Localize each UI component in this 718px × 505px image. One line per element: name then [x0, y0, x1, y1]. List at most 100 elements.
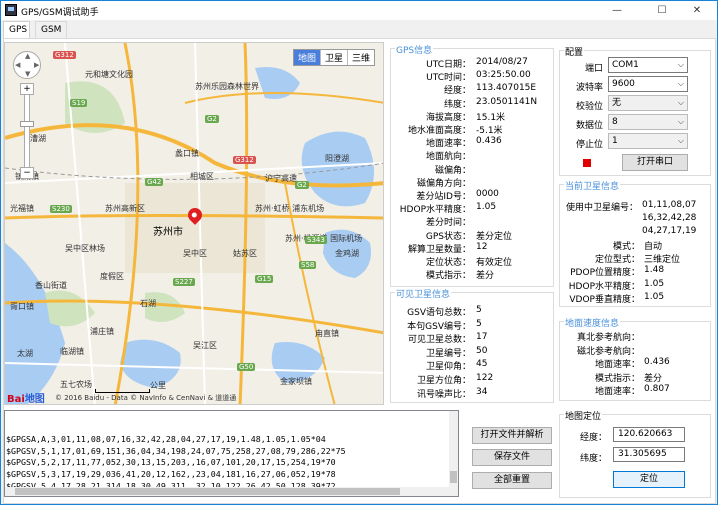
- longitude-label: 经度：: [579, 433, 607, 443]
- map-label: 元和塘文化园: [85, 70, 133, 79]
- save-file-button[interactable]: 保存文件: [472, 449, 552, 466]
- info-value: 03:25:50.00: [476, 70, 531, 81]
- app-window: GPS/GSM调试助手 — ☐ ✕ GPS GSM 元和塘文化园 苏州乐园森林世…: [0, 0, 718, 505]
- map-label: 金鸡湖: [335, 249, 359, 258]
- log-horizontal-scrollbar[interactable]: [5, 487, 450, 496]
- info-label: GSV语句总数：: [407, 308, 471, 318]
- info-label: 定位型式：: [594, 255, 640, 266]
- zoom-slider-track[interactable]: [24, 85, 30, 170]
- map-label: 光福镇: [10, 204, 34, 213]
- map-label: 阳澄湖: [325, 154, 349, 163]
- longitude-input[interactable]: 120.620663: [613, 427, 685, 442]
- info-label: 磁偏角方向：: [416, 178, 471, 189]
- info-label: 讯号噪声比：: [416, 389, 471, 400]
- map-label: 吴中区: [183, 249, 207, 258]
- info-label: 卫星方位角：: [416, 376, 471, 386]
- map-pan-control[interactable]: ▲ ▼ ◀ ▶: [13, 51, 41, 79]
- pan-left-icon[interactable]: ◀: [15, 61, 20, 69]
- info-value: 自动: [644, 242, 663, 252]
- zoom-in-button[interactable]: +: [20, 83, 34, 95]
- locate-button[interactable]: 定位: [613, 471, 685, 488]
- zoom-out-button[interactable]: −: [20, 167, 34, 179]
- config-group: 配置 端口 COM1 ⌵ 波特率 9600 ⌵ 校验位 无 ⌵ 数据位 8 ⌵ 停止位 …: [559, 45, 711, 176]
- port-select[interactable]: COM1 ⌵: [608, 57, 688, 73]
- log-line: $GPGSV,5,1,17,01,69,151,36,04,34,198,24,…: [6, 445, 346, 456]
- chevron-down-icon: ⌵: [677, 98, 684, 107]
- map-label: 姑苏区: [233, 249, 257, 258]
- databits-select[interactable]: 8 ⌵: [608, 114, 688, 130]
- info-value: 0.807: [644, 384, 670, 395]
- pan-down-icon[interactable]: ▼: [25, 70, 30, 78]
- map-label: 漕湖: [30, 134, 46, 143]
- chevron-down-icon: ⌵: [677, 136, 684, 145]
- maximize-button[interactable]: ☐: [642, 1, 682, 20]
- map-type-normal[interactable]: 地图: [293, 50, 320, 65]
- reset-all-button[interactable]: 全部重置: [472, 472, 552, 489]
- info-value: 1.05: [476, 202, 497, 213]
- latitude-label: 纬度：: [579, 454, 607, 464]
- minimize-button[interactable]: —: [597, 1, 637, 20]
- window-title: GPS/GSM调试助手: [21, 8, 99, 18]
- info-label: 真北参考航向：: [576, 333, 640, 343]
- log-vertical-scrollbar[interactable]: [449, 411, 458, 496]
- stopbits-select[interactable]: 1 ⌵: [608, 133, 688, 149]
- group-title: 配置: [564, 45, 585, 58]
- sat-ids-line: 01,11,08,07: [642, 200, 697, 210]
- tab-gps[interactable]: GPS: [3, 21, 30, 39]
- info-value: 12: [476, 241, 488, 252]
- open-port-button[interactable]: 打开串口: [622, 154, 688, 171]
- info-value: 差分: [476, 271, 495, 282]
- info-label: UTC时间：: [426, 73, 471, 84]
- info-value: 5: [476, 318, 482, 329]
- visible-sats-group: 可见卫星信息 GSV语句总数： 5 本句GSV编号： 5 可见卫星总数： 17 卫星编号： 5…: [390, 287, 554, 403]
- latitude-input[interactable]: 31.305695: [613, 447, 685, 462]
- info-label: HDOP水平精度：: [399, 205, 471, 216]
- baud-label: 波特率: [575, 83, 603, 93]
- group-title: 地图定位: [564, 409, 603, 422]
- info-value: 122: [476, 373, 494, 383]
- road-shield: G50: [237, 363, 256, 371]
- pan-right-icon[interactable]: ▶: [34, 61, 39, 69]
- road-shield: S58: [299, 261, 317, 269]
- map-label: 蠡口镇: [175, 149, 199, 158]
- tab-gsm[interactable]: GSM: [35, 21, 67, 38]
- info-label: PDOP位置精度：: [570, 268, 640, 279]
- baud-select[interactable]: 9600 ⌵: [608, 76, 688, 92]
- map-scale-label: 公里: [150, 381, 166, 390]
- info-value: 2014/08/27: [476, 57, 528, 67]
- info-value: 有效定位: [476, 258, 513, 268]
- info-label: 模式指示：: [594, 373, 640, 384]
- map-type-satellite[interactable]: 卫星: [319, 50, 347, 65]
- map-label: 香山街道: [35, 281, 67, 290]
- nmea-log-textarea[interactable]: $GPGSA,A,3,01,11,08,07,16,32,42,28,04,27…: [4, 410, 459, 497]
- info-label: GPS状态：: [425, 231, 471, 242]
- zoom-slider-handle[interactable]: [20, 121, 34, 127]
- log-line: $GPGSA,A,3,01,11,08,07,16,32,42,28,04,27…: [6, 434, 326, 445]
- baidu-logo: Bai地图: [7, 394, 45, 405]
- close-button[interactable]: ✕: [677, 1, 717, 20]
- info-value: 5: [476, 305, 482, 315]
- map-label: 浦庄镇: [90, 327, 114, 336]
- sat-ids-line: 16,32,42,28: [642, 213, 697, 223]
- baidu-map[interactable]: 元和塘文化园 苏州乐园森林世界 漕湖 蠡口镇 阳澄湖 相城区 苏州·虹桥 浦东机…: [4, 42, 384, 405]
- parity-label: 校验位: [575, 102, 603, 112]
- gps-info-group: GPS信息 UTC日期： 2014/08/27 UTC时间： 03:25:50.00 经…: [390, 43, 554, 287]
- group-title: GPS信息: [395, 43, 434, 56]
- info-value: -5.1米: [476, 126, 503, 136]
- parity-select[interactable]: 无 ⌵: [608, 95, 688, 111]
- open-parse-file-button[interactable]: 打开文件并解析: [472, 427, 552, 444]
- road-shield: G42: [145, 178, 164, 186]
- map-copyright: © 2016 Baidu - Data © NavInfo & CenNavi …: [55, 394, 237, 402]
- port-label: 端口: [584, 64, 603, 74]
- map-label: 相城区: [190, 172, 214, 181]
- info-value: 50: [476, 345, 488, 356]
- info-value: 23.0501141N: [476, 96, 538, 107]
- info-label: 地面速率：: [594, 360, 640, 371]
- map-type-3d[interactable]: 三维: [346, 50, 374, 65]
- info-label: 地面速率：: [425, 139, 471, 150]
- stopbits-label: 停止位: [575, 140, 603, 150]
- log-line: $GPGSV,5,2,17,11,77,052,30,13,15,203,,16…: [6, 457, 336, 468]
- pan-up-icon[interactable]: ▲: [25, 52, 30, 60]
- sat-ids-label: 使用中卫星编号：: [566, 203, 639, 213]
- info-label: 磁偏角：: [434, 165, 471, 176]
